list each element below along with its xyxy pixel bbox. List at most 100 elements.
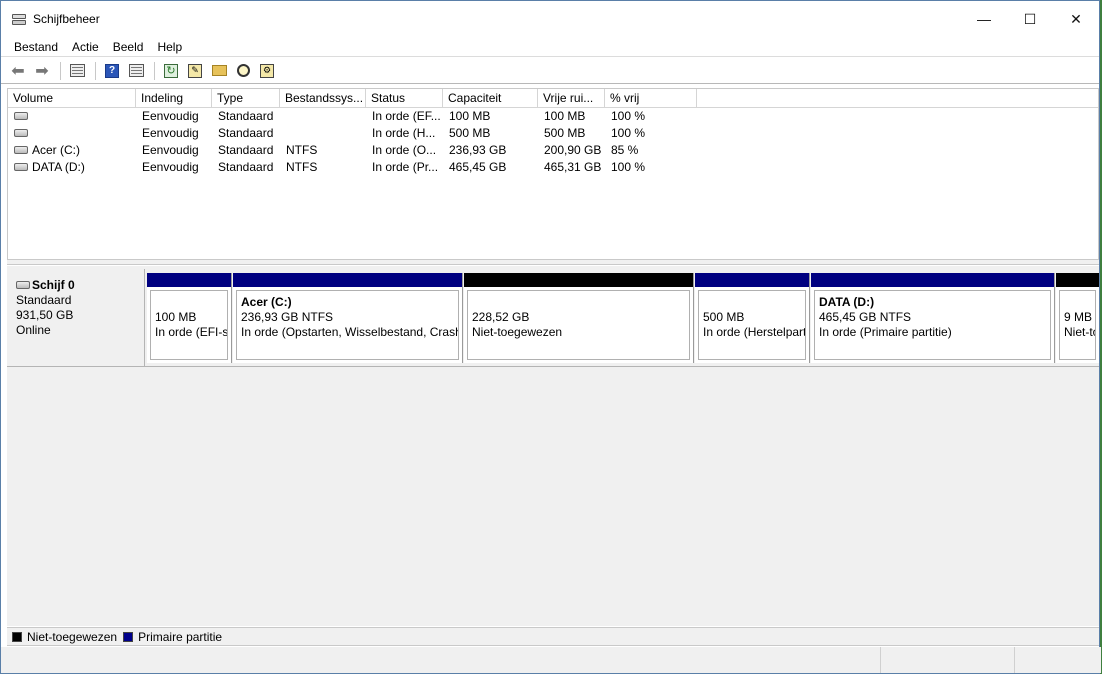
indeling-cell: Eenvoudig [142,109,199,123]
maximize-button[interactable]: ☐ [1007,1,1053,37]
column-header-capaciteit[interactable]: Capaciteit [443,89,538,108]
legend-label: Niet-toegewezen [27,629,118,644]
minimize-button[interactable]: — [961,1,1007,37]
volume-name: Acer (C:) [32,143,80,157]
disk-size: 931,50 GB [16,308,74,322]
forward-button[interactable]: ➡ [31,61,53,81]
explore-icon [236,64,250,77]
percent-free-cell: 100 % [611,109,646,123]
volume-name: DATA (D:) [32,160,85,174]
type-cell: Standaard [218,109,274,123]
filesystem-cell [280,125,366,142]
help-button[interactable]: ? [101,61,123,81]
capacity-cell: 465,45 GB [449,160,507,174]
status-cell: In orde (O... [372,143,437,157]
partition-body: 500 MB In orde (Herstelpartitie) [698,290,806,360]
free-space-cell: 500 MB [544,126,586,140]
status-segment [881,647,1015,673]
properties-button[interactable]: ✎ [184,61,206,81]
partition-bar [233,273,462,287]
back-button[interactable]: ⬅ [7,61,29,81]
partition-status: Niet-toegewezen [472,325,563,339]
console-tree-button[interactable] [66,61,88,81]
partition-status: In orde (Opstarten, Wisselbestand, Crash… [241,325,459,339]
menu-bestand[interactable]: Bestand [7,40,65,54]
legend-swatch [12,631,22,642]
partition-recovery[interactable]: 500 MB In orde (Herstelpartitie) [695,273,810,363]
type-cell: Standaard [218,160,274,174]
volume-list[interactable]: Volume Indeling Type Bestandssys... Stat… [7,88,1099,260]
partition-status: Niet-toegewezen [1064,325,1096,339]
table-row[interactable]: Acer (C:) Eenvoudig Standaard NTFS In or… [8,142,1098,159]
free-space-cell: 465,31 GB [544,160,602,174]
partition-efi[interactable]: 100 MB In orde (EFI-systeempartitie) [147,273,232,363]
column-header-volume[interactable]: Volume [8,89,136,108]
open-folder-icon [211,65,227,76]
status-cell: In orde (H... [372,126,436,140]
window-controls: — ☐ ✕ [961,1,1099,37]
percent-free-cell: 100 % [611,126,646,140]
drive-icon [14,145,28,154]
table-row[interactable]: DATA (D:) Eenvoudig Standaard NTFS In or… [8,159,1098,176]
pane-splitter[interactable] [7,260,1099,265]
partition-status: In orde (Primaire partitie) [819,325,952,339]
view-icon [128,64,144,77]
partition-size: 500 MB [703,310,745,324]
free-space-cell: 200,90 GB [544,143,602,157]
partition-unallocated-2[interactable]: 9 MB Niet-toegewezen [1056,273,1099,363]
capacity-cell: 236,93 GB [449,143,507,157]
partition-bar [811,273,1054,287]
capacity-cell: 500 MB [449,126,491,140]
column-header-procent-vrij[interactable]: % vrij [605,89,697,108]
partition-data-d[interactable]: DATA (D:) 465,45 GB NTFS In orde (Primai… [811,273,1055,363]
indeling-cell: Eenvoudig [142,160,199,174]
toolbar: ⬅ ➡ ? ↻ ✎ ⚙ [1,58,1099,84]
refresh-button[interactable]: ↻ [160,61,182,81]
partition-body: 9 MB Niet-toegewezen [1059,290,1096,360]
partition-bar [695,273,809,287]
status-cell: In orde (Pr... [372,160,439,174]
settings-icon: ⚙ [260,63,274,78]
menu-help[interactable]: Help [150,40,189,54]
title-bar[interactable]: Schijfbeheer — ☐ ✕ [1,1,1099,37]
column-header-status[interactable]: Status [366,89,443,108]
partition-bar [1056,273,1099,287]
menu-actie[interactable]: Actie [65,40,106,54]
type-cell: Standaard [218,143,274,157]
capacity-cell: 100 MB [449,109,491,123]
partition-status: In orde (Herstelpartitie) [703,325,806,339]
toolbar-separator [60,61,61,80]
column-header-indeling[interactable]: Indeling [136,89,212,108]
disk-name: Schijf 0 [32,278,75,292]
partition-acer-c[interactable]: Acer (C:) 236,93 GB NTFS In orde (Opstar… [233,273,463,363]
status-cell: In orde (EF... [372,109,441,123]
partition-body: Acer (C:) 236,93 GB NTFS In orde (Opstar… [236,290,459,360]
table-row[interactable]: Eenvoudig Standaard In orde (EF... 100 M… [8,108,1098,125]
partition-body: DATA (D:) 465,45 GB NTFS In orde (Primai… [814,290,1051,360]
column-header-type[interactable]: Type [212,89,280,108]
column-header-bestandssysteem[interactable]: Bestandssys... [280,89,366,108]
percent-free-cell: 100 % [611,160,646,174]
partition-unallocated-1[interactable]: 228,52 GB Niet-toegewezen [464,273,694,363]
legend-item-primary: Primaire partitie [123,630,222,644]
menu-beeld[interactable]: Beeld [106,40,151,54]
disk-graph-view: Schijf 0 Standaard 931,50 GB Online 100 … [7,266,1099,626]
explore-button[interactable] [232,61,254,81]
disk-type: Standaard [16,293,72,307]
close-button[interactable]: ✕ [1053,1,1099,37]
settings-button[interactable]: ⚙ [256,61,278,81]
table-row[interactable]: Eenvoudig Standaard In orde (H... 500 MB… [8,125,1098,142]
forward-icon: ➡ [35,62,49,80]
partition-body: 228,52 GB Niet-toegewezen [467,290,690,360]
back-icon: ⬅ [11,62,25,80]
view-button[interactable] [125,61,147,81]
indeling-cell: Eenvoudig [142,126,199,140]
disk-label[interactable]: Schijf 0 Standaard 931,50 GB Online [7,269,145,367]
partition-name: DATA (D:) [819,295,875,309]
percent-free-cell: 85 % [611,143,639,157]
filesystem-cell [280,108,366,125]
column-header-vrije-ruimte[interactable]: Vrije rui... [538,89,605,108]
menu-bar: Bestand Actie Beeld Help [1,37,1099,57]
open-button[interactable] [208,61,230,81]
partition-size: 236,93 GB NTFS [241,310,334,324]
